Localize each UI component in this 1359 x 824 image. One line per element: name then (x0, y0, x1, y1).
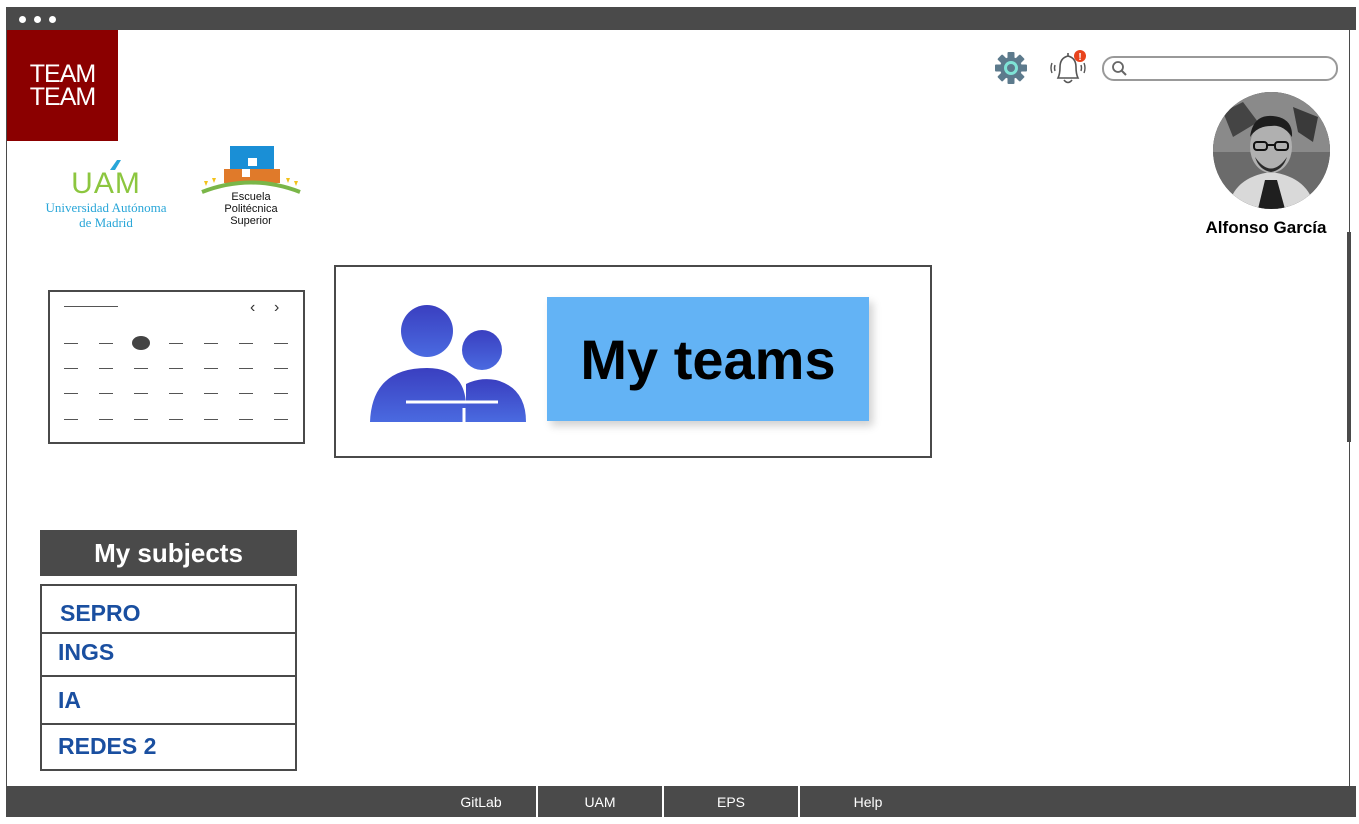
uam-logo: UAM Universidad Autónoma de Madrid (36, 160, 176, 240)
app-logo[interactable]: TEAM TEAM (7, 30, 118, 141)
calendar-day[interactable] (239, 393, 253, 394)
calendar-day[interactable] (99, 393, 113, 394)
footer-link-help[interactable]: Help (800, 786, 936, 817)
calendar-day[interactable] (134, 368, 148, 369)
calendar-day[interactable] (134, 393, 148, 394)
calendar-day[interactable] (169, 368, 183, 369)
calendar-day[interactable] (64, 393, 78, 394)
subject-item-ings[interactable]: INGS (40, 632, 297, 677)
calendar-day[interactable] (239, 419, 253, 420)
scrollbar[interactable] (1347, 232, 1351, 442)
avatar-photo (1213, 92, 1330, 209)
search-input[interactable] (1132, 59, 1332, 79)
chevron-right-icon[interactable]: › (274, 299, 279, 317)
subject-label: SEPRO (60, 600, 141, 626)
avatar[interactable] (1213, 92, 1330, 209)
calendar-day[interactable] (239, 343, 253, 344)
subject-label: IA (58, 687, 81, 713)
calendar-selected-day[interactable] (132, 336, 150, 350)
calendar-day[interactable] (274, 343, 288, 344)
uam-name-line2: de Madrid (79, 215, 133, 230)
bell-icon: ! (1050, 50, 1086, 84)
footer-link-uam[interactable]: UAM (538, 786, 662, 817)
my-teams-label: My teams (580, 327, 836, 391)
subject-item-ia[interactable]: IA (40, 675, 297, 725)
uam-mark: UAM (71, 167, 141, 200)
calendar-day[interactable] (169, 343, 183, 344)
footer: GitLab UAM EPS Help (6, 786, 1356, 817)
my-teams-card[interactable]: My teams (334, 265, 932, 458)
calendar-day[interactable] (204, 393, 218, 394)
subject-item-redes-2[interactable]: REDES 2 (40, 723, 297, 771)
calendar-widget: ‹ › (48, 290, 305, 444)
chevron-left-icon[interactable]: ‹ (250, 299, 255, 317)
calendar-month-title (64, 306, 118, 307)
notifications-button[interactable]: ! (1046, 47, 1090, 89)
notification-badge-text: ! (1078, 52, 1081, 63)
calendar-day[interactable] (169, 419, 183, 420)
window-dot (49, 16, 56, 23)
calendar-day[interactable] (204, 368, 218, 369)
calendar-day[interactable] (64, 419, 78, 420)
logo-text-line2: TEAM (29, 82, 96, 111)
subject-label: INGS (58, 639, 115, 665)
calendar-day[interactable] (64, 368, 78, 369)
eps-name-line1: Escuela (231, 191, 271, 203)
search-icon (1112, 61, 1127, 76)
calendar-day[interactable] (99, 343, 113, 344)
calendar-day[interactable] (64, 343, 78, 344)
calendar-day[interactable] (204, 343, 218, 344)
calendar-day[interactable] (239, 368, 253, 369)
eps-name-line2: Politécnica (224, 203, 278, 215)
my-teams-label-box[interactable]: My teams (547, 297, 869, 421)
calendar-day[interactable] (99, 368, 113, 369)
footer-link-eps[interactable]: EPS (664, 786, 798, 817)
eps-name: Escuela Politécnica Superior (198, 191, 304, 227)
calendar-day[interactable] (134, 419, 148, 420)
subject-label: REDES 2 (58, 733, 157, 759)
window-title-bar (6, 7, 1356, 30)
calendar-day[interactable] (169, 393, 183, 394)
footer-link-gitlab[interactable]: GitLab (426, 786, 536, 817)
calendar-day[interactable] (204, 419, 218, 420)
gear-icon[interactable] (994, 51, 1028, 85)
subjects-header: My subjects (40, 530, 297, 576)
eps-emblem (201, 146, 301, 194)
calendar-day[interactable] (274, 419, 288, 420)
window-dot (34, 16, 41, 23)
calendar-day[interactable] (274, 393, 288, 394)
calendar-day[interactable] (274, 368, 288, 369)
user-name: Alfonso García (1205, 218, 1327, 237)
subject-item-sepro[interactable]: SEPRO (40, 584, 297, 635)
uam-name-line1: Universidad Autónoma (45, 200, 167, 215)
calendar-day[interactable] (99, 419, 113, 420)
uam-accent-mark (110, 160, 121, 170)
people-icon (370, 305, 526, 422)
window-dot (19, 16, 26, 23)
eps-name-line3: Superior (230, 215, 272, 227)
search-field[interactable] (1102, 56, 1338, 81)
eps-logo: Escuela Politécnica Superior (198, 145, 304, 237)
